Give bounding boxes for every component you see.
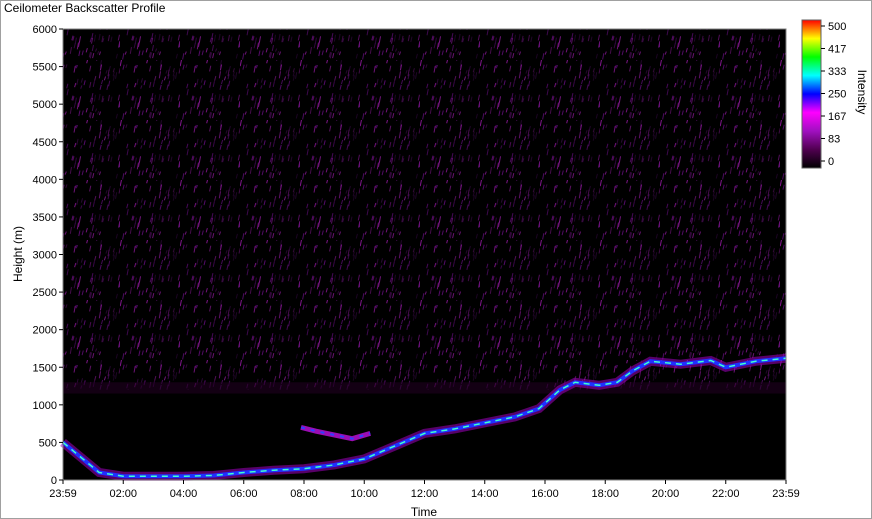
colorbar-tick-label: 333	[828, 66, 846, 78]
residual-layer-band	[63, 382, 786, 394]
x-tick-label: 14:00	[471, 488, 499, 500]
y-tick-label: 5000	[33, 99, 57, 111]
y-tick-label: 3500	[33, 212, 57, 224]
x-tick-label: 04:00	[170, 488, 198, 500]
colorbar: 0 83 167 250 333 417 500	[801, 19, 846, 169]
backscatter-chart: 23:59 02:00 04:00 06:00 08:00 10:00 12:00 14:00…	[11, 19, 869, 519]
y-tick-label: 1000	[33, 400, 57, 412]
y-tick-label: 4500	[33, 137, 57, 149]
y-axis: 0 500 1000 1500 2000 2500 3000 3500 4000 4500 5000…	[33, 24, 63, 487]
x-tick-label: 02:00	[109, 488, 137, 500]
plot-area	[60, 28, 787, 481]
colorbar-tick-label: 83	[828, 134, 840, 146]
x-tick-label: 23:59	[772, 488, 800, 500]
y-tick-label: 6000	[33, 24, 57, 36]
y-tick-label: 4000	[33, 174, 57, 186]
colorbar-tick-label: 417	[828, 44, 846, 56]
x-tick-label: 16:00	[531, 488, 559, 500]
x-axis-title: Time	[411, 505, 438, 519]
x-tick-label: 08:00	[290, 488, 318, 500]
y-axis-title: Height (m)	[11, 226, 25, 282]
y-tick-label: 2000	[33, 325, 57, 337]
colorbar-title: Intensity	[855, 70, 869, 115]
x-tick-label: 23:59	[49, 488, 77, 500]
colorbar-tick-label: 167	[828, 111, 846, 123]
y-tick-label: 500	[39, 437, 57, 449]
y-tick-label: 2500	[33, 287, 57, 299]
x-axis: 23:59 02:00 04:00 06:00 08:00 10:00 12:00 14:00…	[49, 480, 800, 500]
colorbar-gradient	[801, 19, 822, 169]
x-tick-label: 20:00	[652, 488, 680, 500]
x-tick-label: 18:00	[591, 488, 619, 500]
colorbar-tick-label: 500	[828, 21, 846, 33]
y-tick-label: 5500	[33, 62, 57, 74]
colorbar-tick-label: 0	[828, 156, 834, 168]
x-tick-label: 10:00	[350, 488, 378, 500]
y-tick-label: 1500	[33, 362, 57, 374]
x-tick-label: 06:00	[230, 488, 258, 500]
x-tick-label: 22:00	[712, 488, 740, 500]
y-tick-label: 3000	[33, 250, 57, 262]
x-tick-label: 12:00	[411, 488, 439, 500]
y-tick-label: 0	[51, 475, 57, 487]
noise-field	[63, 29, 786, 390]
colorbar-tick-label: 250	[828, 89, 846, 101]
